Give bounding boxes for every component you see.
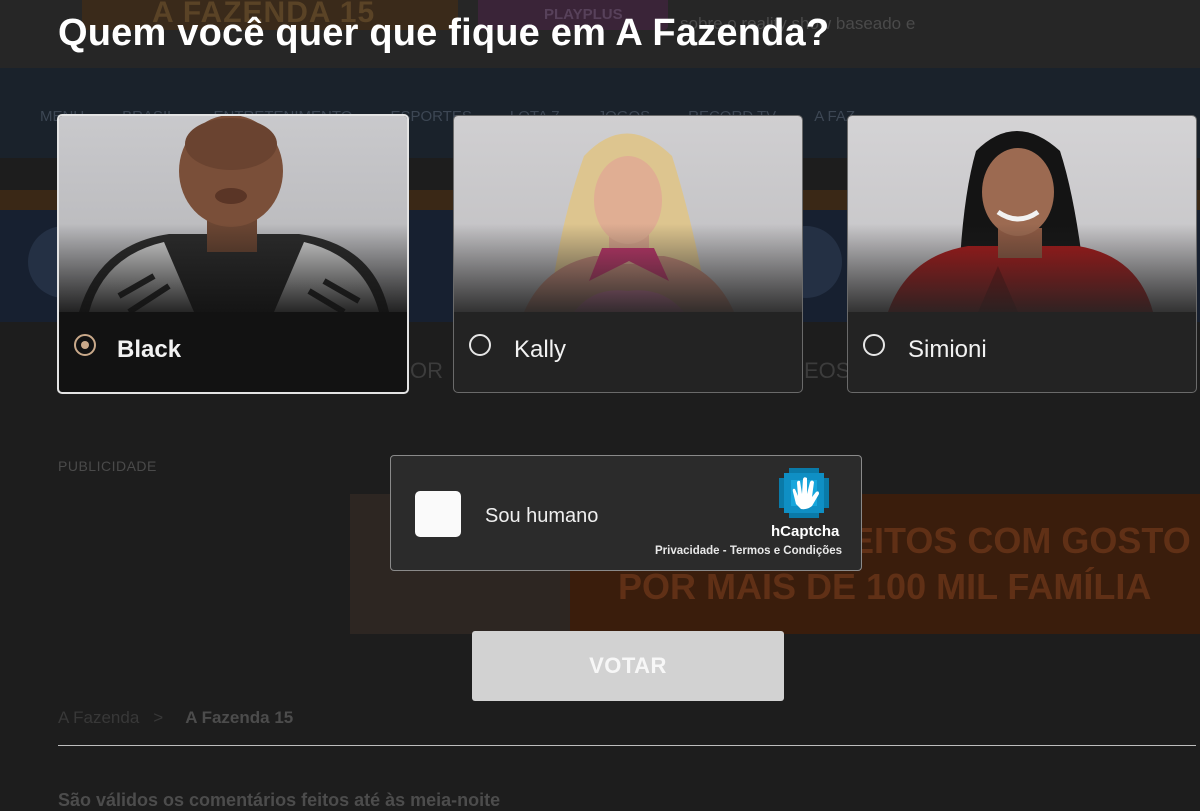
captcha-links: Privacidade - Termos e Condições bbox=[655, 545, 842, 557]
background-ad-text: EITOS COM GOSTO bbox=[850, 520, 1191, 561]
candidate-photo bbox=[59, 116, 407, 312]
breadcrumb-current: A Fazenda 15 bbox=[185, 708, 294, 727]
captcha-checkbox[interactable] bbox=[415, 491, 461, 537]
hcaptcha-brand: hCaptcha bbox=[771, 523, 840, 540]
radio-button[interactable] bbox=[469, 334, 491, 356]
option-label: Black bbox=[117, 336, 182, 363]
captcha-label: Sou humano bbox=[485, 505, 599, 527]
link-separator: - bbox=[719, 545, 730, 557]
hcaptcha-logo-icon bbox=[779, 468, 829, 518]
terms-link[interactable]: Termos e Condições bbox=[730, 545, 842, 557]
poll-option-black[interactable]: Black bbox=[57, 114, 409, 394]
background-comments-text: São válidos os comentários feitos até às… bbox=[58, 790, 501, 810]
radio-button[interactable] bbox=[863, 334, 885, 356]
divider bbox=[58, 745, 1196, 746]
background-tab-text: OR bbox=[410, 358, 443, 383]
poll-option-kally[interactable]: Kally bbox=[453, 115, 803, 393]
hcaptcha-widget: Sou humano hCaptcha Privacidade - Termos… bbox=[390, 455, 862, 571]
option-label: Kally bbox=[514, 336, 567, 363]
candidate-photo bbox=[454, 116, 802, 312]
candidate-photo bbox=[848, 116, 1196, 312]
option-label: Simioni bbox=[908, 336, 987, 363]
radio-button[interactable] bbox=[74, 334, 96, 356]
vote-button[interactable]: VOTAR bbox=[472, 631, 784, 701]
publicidade-label: PUBLICIDADE bbox=[58, 458, 157, 474]
breadcrumb-separator: > bbox=[153, 708, 164, 727]
background-tab-text: EOS bbox=[804, 358, 851, 383]
poll-title: Quem você quer que fique em A Fazenda? bbox=[58, 12, 830, 54]
poll-option-simioni[interactable]: Simioni bbox=[847, 115, 1197, 393]
background-ad-text: POR MAIS DE 100 MIL FAMÍLIA bbox=[618, 566, 1152, 607]
breadcrumb-parent: A Fazenda bbox=[58, 708, 140, 727]
breadcrumb: A Fazenda > A Fazenda 15 bbox=[58, 708, 293, 728]
privacy-link[interactable]: Privacidade bbox=[655, 545, 720, 557]
